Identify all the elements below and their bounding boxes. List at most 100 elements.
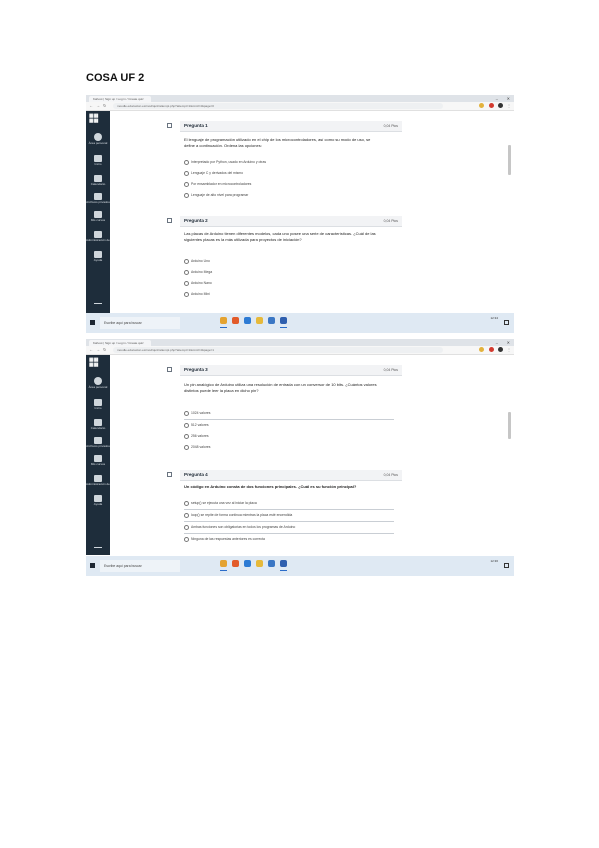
pdf-extension-icon[interactable]	[489, 103, 494, 108]
option[interactable]: Arduino Mega	[184, 267, 394, 278]
firefox-icon[interactable]	[232, 560, 239, 567]
clock[interactable]: 12:34	[490, 316, 498, 320]
lms-logo: ▦▦ ▦▦	[89, 357, 99, 368]
radio-icon[interactable]	[184, 159, 189, 165]
sidebar-item-calendario[interactable]: Calendario	[86, 419, 110, 430]
word-icon[interactable]	[280, 560, 287, 567]
option[interactable]: Arduino Mini	[184, 289, 394, 300]
url-field[interactable]: moodle.educacion.es/mod/quiz/attempt.php…	[113, 347, 443, 353]
option[interactable]: Por ensamblador en microcontroladores	[184, 179, 394, 190]
option[interactable]: setup() se ejecuta una vez al iniciar la…	[184, 498, 394, 510]
radio-icon[interactable]	[184, 269, 189, 275]
sidebar-item-ayuda[interactable]: Ayuda	[86, 251, 110, 262]
option[interactable]: 2048 valores	[184, 442, 394, 453]
sidebar-item-ayuda[interactable]: Ayuda	[86, 495, 110, 506]
url-field[interactable]: moodle.educacion.es/mod/quiz/attempt.php…	[113, 103, 443, 109]
file-explorer-icon[interactable]	[220, 317, 227, 324]
option[interactable]: loop() se repite de forma continua mient…	[184, 510, 394, 522]
pdf-extension-icon[interactable]	[489, 347, 494, 352]
sidebar-item-area-personal[interactable]: Área personal	[86, 377, 110, 389]
word-icon[interactable]	[280, 317, 287, 324]
mail-icon[interactable]	[268, 317, 275, 324]
collapse-icon[interactable]	[94, 303, 102, 304]
edge-icon[interactable]	[244, 560, 251, 567]
scrollbar[interactable]	[508, 412, 511, 439]
option[interactable]: Lenguaje C y derivados del mismo	[184, 168, 394, 179]
menu-icon[interactable]: ⋮	[507, 102, 511, 110]
options-list: Arduino Uno Arduino Mega Arduino Nano Ar…	[184, 256, 394, 300]
radio-icon[interactable]	[184, 444, 189, 450]
sidebar-item-administracion[interactable]: Administración del sitio	[86, 475, 110, 486]
option[interactable]: 1024 valores	[184, 408, 394, 420]
close-icon[interactable]: ✕	[507, 339, 510, 346]
radio-icon[interactable]	[184, 524, 189, 530]
notifications-icon[interactable]	[504, 563, 509, 568]
option[interactable]: Lenguaje de alto nivel para programar	[184, 190, 394, 201]
profile-icon[interactable]	[498, 103, 503, 108]
forward-icon[interactable]: →	[96, 346, 100, 354]
sidebar-item-archivos[interactable]: Archivos privados	[86, 437, 110, 448]
option[interactable]: Arduino Uno	[184, 256, 394, 267]
forward-icon[interactable]: →	[96, 102, 100, 110]
minimize-icon[interactable]: –	[496, 95, 498, 102]
profile-icon[interactable]	[498, 347, 503, 352]
reload-icon[interactable]: ↻	[103, 346, 106, 354]
question-title: Pregunta 1	[184, 123, 208, 128]
option[interactable]: Ninguna de las respuestas anteriores es …	[184, 534, 394, 545]
collapse-icon[interactable]	[94, 547, 102, 548]
radio-icon[interactable]	[184, 181, 189, 187]
extension-icon[interactable]	[479, 103, 484, 108]
extension-icon[interactable]	[479, 347, 484, 352]
radio-icon[interactable]	[184, 410, 189, 416]
edge-icon[interactable]	[244, 317, 251, 324]
flag-icon[interactable]	[167, 472, 172, 477]
radio-icon[interactable]	[184, 280, 189, 286]
sidebar-item-calendario[interactable]: Calendario	[86, 175, 110, 186]
sidebar-item-administracion[interactable]: Administración del sitio	[86, 231, 110, 242]
firefox-icon[interactable]	[232, 317, 239, 324]
option[interactable]: 256 valores	[184, 431, 394, 442]
mail-icon[interactable]	[268, 560, 275, 567]
sidebar-item-area-personal[interactable]: Área personal	[86, 133, 110, 145]
address-bar-row: ← → ↻ moodle.educacion.es/mod/quiz/attem…	[86, 102, 514, 111]
radio-icon[interactable]	[184, 536, 189, 542]
back-icon[interactable]: ←	[89, 102, 93, 110]
menu-icon[interactable]: ⋮	[507, 346, 511, 354]
option[interactable]: 512 valores	[184, 420, 394, 431]
sidebar-item-inicio[interactable]: Inicio	[86, 399, 110, 410]
active-app-indicator	[220, 570, 227, 571]
sidebar-item-archivos[interactable]: Archivos privados	[86, 193, 110, 204]
windows-start-icon[interactable]	[90, 563, 95, 568]
flag-icon[interactable]	[167, 218, 172, 223]
taskbar-search[interactable]: Escribe aquí para buscar	[100, 560, 180, 572]
question-title: Pregunta 4	[184, 472, 208, 477]
folder-icon[interactable]	[256, 317, 263, 324]
windows-start-icon[interactable]	[90, 320, 95, 325]
radio-icon[interactable]	[184, 500, 189, 506]
sidebar-item-inicio[interactable]: Inicio	[86, 155, 110, 166]
taskbar-search[interactable]: Escribe aquí para buscar	[100, 317, 180, 329]
radio-icon[interactable]	[184, 422, 189, 428]
radio-icon[interactable]	[184, 192, 189, 198]
notifications-icon[interactable]	[504, 320, 509, 325]
option[interactable]: Arduino Nano	[184, 278, 394, 289]
option[interactable]: Interpretado por Python, usado en Arduin…	[184, 157, 394, 168]
clock[interactable]: 12:36	[490, 559, 498, 563]
radio-icon[interactable]	[184, 258, 189, 264]
sidebar-item-mis-cursos[interactable]: Mis cursos	[86, 455, 110, 466]
folder-icon[interactable]	[256, 560, 263, 567]
reload-icon[interactable]: ↻	[103, 102, 106, 110]
minimize-icon[interactable]: –	[496, 339, 498, 346]
scrollbar[interactable]	[508, 145, 511, 175]
option[interactable]: Ambas funciones son obligatorias en todo…	[184, 522, 394, 534]
file-explorer-icon[interactable]	[220, 560, 227, 567]
radio-icon[interactable]	[184, 170, 189, 176]
radio-icon[interactable]	[184, 512, 189, 518]
flag-icon[interactable]	[167, 123, 172, 128]
flag-icon[interactable]	[167, 367, 172, 372]
radio-icon[interactable]	[184, 433, 189, 439]
close-icon[interactable]: ✕	[507, 95, 510, 102]
back-icon[interactable]: ←	[89, 346, 93, 354]
radio-icon[interactable]	[184, 291, 189, 297]
sidebar-item-mis-cursos[interactable]: Mis cursos	[86, 211, 110, 222]
